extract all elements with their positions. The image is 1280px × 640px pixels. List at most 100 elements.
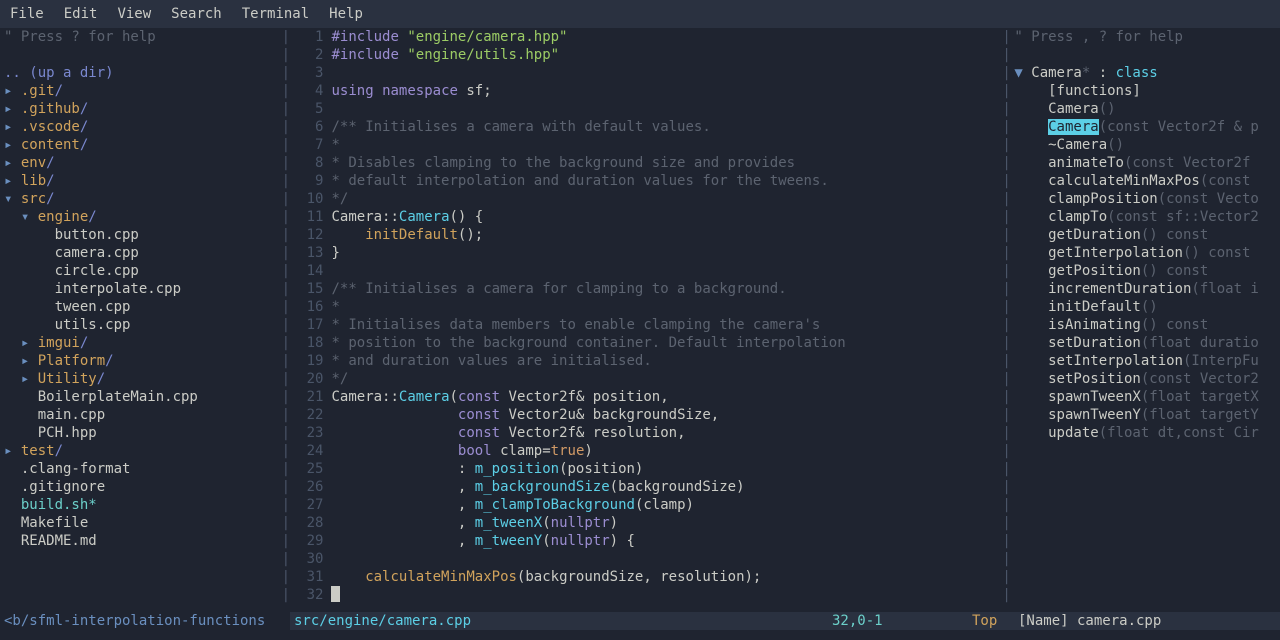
tree-item[interactable]: main.cpp (4, 406, 282, 424)
code-line[interactable]: #include "engine/camera.hpp" (331, 28, 1002, 46)
outline-item[interactable]: Camera() (1014, 100, 1280, 118)
outline-item[interactable]: getInterpolation() const (1014, 244, 1280, 262)
code-line[interactable]: , m_backgroundSize(backgroundSize) (331, 478, 1002, 496)
code-line[interactable]: bool clamp=true) (331, 442, 1002, 460)
outline-item[interactable]: setInterpolation(InterpFu (1014, 352, 1280, 370)
tree-item[interactable]: .clang-format (4, 460, 282, 478)
outline-item[interactable]: incrementDuration(float i (1014, 280, 1280, 298)
outline-item[interactable]: isAnimating() const (1014, 316, 1280, 334)
tree-item[interactable]: button.cpp (4, 226, 282, 244)
outline-item[interactable]: calculateMinMaxPos(const (1014, 172, 1280, 190)
lineno: 11 (288, 208, 324, 226)
lineno: 27 (288, 496, 324, 514)
code-line[interactable]: const Vector2f& resolution, (331, 424, 1002, 442)
outline-item[interactable]: spawnTweenX(float targetX (1014, 388, 1280, 406)
tree-item[interactable]: interpolate.cpp (4, 280, 282, 298)
code-line[interactable]: : m_position(position) (331, 460, 1002, 478)
code-line[interactable]: * default interpolation and duration val… (331, 172, 1002, 190)
outline-item[interactable]: getDuration() const (1014, 226, 1280, 244)
menu-file[interactable]: File (10, 5, 44, 23)
menu-view[interactable]: View (117, 5, 151, 23)
tree-item[interactable]: Makefile (4, 514, 282, 532)
lineno: 6 (288, 118, 324, 136)
tree-item[interactable]: ▾ src/ (4, 190, 282, 208)
code-line[interactable]: Camera::Camera(const Vector2f& position, (331, 388, 1002, 406)
tagbar-outline[interactable]: " Press , ? for help▼ Camera* : class [f… (1008, 28, 1280, 612)
outline-item[interactable]: setPosition(const Vector2 (1014, 370, 1280, 388)
code-line[interactable]: */ (331, 190, 1002, 208)
outline-item[interactable]: clampTo(const sf::Vector2 (1014, 208, 1280, 226)
code-line[interactable] (331, 550, 1002, 568)
tree-item[interactable]: ▸ lib/ (4, 172, 282, 190)
lineno: 28 (288, 514, 324, 532)
tree-item[interactable]: utils.cpp (4, 316, 282, 334)
code-line[interactable]: const Vector2u& backgroundSize, (331, 406, 1002, 424)
tree-item[interactable]: ▸ .vscode/ (4, 118, 282, 136)
tree-item[interactable]: ▾ engine/ (4, 208, 282, 226)
code-buffer[interactable]: #include "engine/camera.hpp"#include "en… (331, 28, 1002, 612)
outline-item[interactable]: getPosition() const (1014, 262, 1280, 280)
tree-item[interactable]: ▸ .github/ (4, 100, 282, 118)
code-line[interactable]: * Initialises data members to enable cla… (331, 316, 1002, 334)
outline-item[interactable]: ~Camera() (1014, 136, 1280, 154)
code-line[interactable]: , m_tweenX(nullptr) (331, 514, 1002, 532)
tree-item[interactable]: ▸ Utility/ (4, 370, 282, 388)
tree-item[interactable]: circle.cpp (4, 262, 282, 280)
outline-item[interactable]: clampPosition(const Vecto (1014, 190, 1280, 208)
code-line[interactable]: calculateMinMaxPos(backgroundSize, resol… (331, 568, 1002, 586)
outline-item[interactable]: Camera(const Vector2f & p (1014, 118, 1280, 136)
lineno: 14 (288, 262, 324, 280)
tree-item[interactable]: build.sh* (4, 496, 282, 514)
outline-help: " Press , ? for help (1014, 28, 1280, 46)
code-line[interactable]: } (331, 244, 1002, 262)
outline-class[interactable]: ▼ Camera* : class (1014, 64, 1280, 82)
code-line[interactable]: * (331, 298, 1002, 316)
code-line[interactable]: /** Initialises a camera for clamping to… (331, 280, 1002, 298)
lineno: 4 (288, 82, 324, 100)
tree-item[interactable]: camera.cpp (4, 244, 282, 262)
menu-terminal[interactable]: Terminal (242, 5, 309, 23)
code-line[interactable]: , m_tweenY(nullptr) { (331, 532, 1002, 550)
outline-item[interactable]: setDuration(float duratio (1014, 334, 1280, 352)
tree-item[interactable]: ▸ env/ (4, 154, 282, 172)
code-line[interactable]: , m_clampToBackground(clamp) (331, 496, 1002, 514)
tree-item[interactable]: ▸ content/ (4, 136, 282, 154)
code-line[interactable]: #include "engine/utils.hpp" (331, 46, 1002, 64)
code-line[interactable]: * and duration values are initialised. (331, 352, 1002, 370)
tree-item[interactable]: ▸ .git/ (4, 82, 282, 100)
code-line[interactable]: * position to the background container. … (331, 334, 1002, 352)
code-line[interactable]: * Disables clamping to the background si… (331, 154, 1002, 172)
code-line[interactable] (331, 64, 1002, 82)
code-line[interactable] (331, 262, 1002, 280)
menu-edit[interactable]: Edit (64, 5, 98, 23)
menu-search[interactable]: Search (171, 5, 222, 23)
outline-item[interactable]: initDefault() (1014, 298, 1280, 316)
tree-item[interactable]: BoilerplateMain.cpp (4, 388, 282, 406)
tree-item[interactable]: ▸ Platform/ (4, 352, 282, 370)
code-line[interactable]: */ (331, 370, 1002, 388)
tree-item[interactable]: tween.cpp (4, 298, 282, 316)
file-tree[interactable]: " Press ? for help.. (up a dir)▸ .git/▸ … (0, 28, 282, 612)
code-line[interactable]: * (331, 136, 1002, 154)
code-line[interactable] (331, 586, 1002, 604)
tree-item[interactable]: ▸ imgui/ (4, 334, 282, 352)
tree-item[interactable]: ▸ test/ (4, 442, 282, 460)
outline-item[interactable]: update(float dt,const Cir (1014, 424, 1280, 442)
lineno: 32 (288, 586, 324, 604)
status-mid: src/engine/camera.cpp 32,0-1 Top (290, 612, 1012, 630)
code-line[interactable] (331, 100, 1002, 118)
code-line[interactable]: using namespace sf; (331, 82, 1002, 100)
menu-help[interactable]: Help (329, 5, 363, 23)
tree-item[interactable]: .gitignore (4, 478, 282, 496)
tree-item[interactable]: PCH.hpp (4, 424, 282, 442)
lineno: 19 (288, 352, 324, 370)
code-line[interactable]: /** Initialises a camera with default va… (331, 118, 1002, 136)
tree-item[interactable]: README.md (4, 532, 282, 550)
root-dir[interactable]: ▸ .git/▸ .github/▸ .vscode/▸ content/▸ e… (4, 82, 282, 100)
lineno: 25 (288, 460, 324, 478)
code-line[interactable]: Camera::Camera() { (331, 208, 1002, 226)
outline-item[interactable]: spawnTweenY(float targetY (1014, 406, 1280, 424)
up-dir[interactable]: .. (up a dir) (4, 64, 282, 82)
code-line[interactable]: initDefault(); (331, 226, 1002, 244)
outline-item[interactable]: animateTo(const Vector2f (1014, 154, 1280, 172)
